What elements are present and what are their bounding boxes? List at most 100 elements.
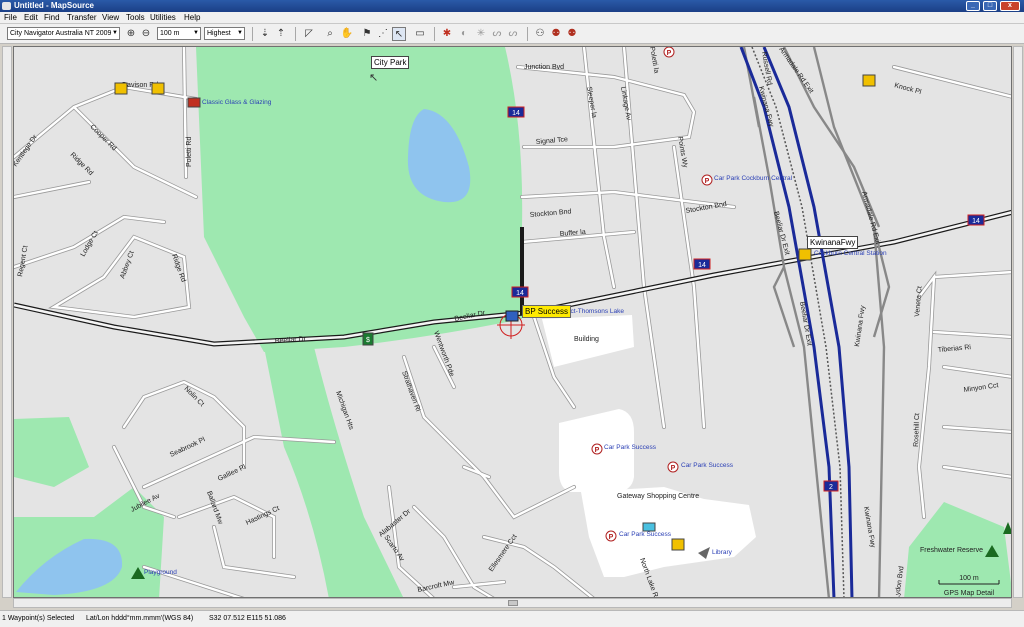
parking-icon[interactable]: P bbox=[663, 47, 675, 58]
shop-icon[interactable] bbox=[642, 522, 656, 532]
parking-icon[interactable]: P bbox=[591, 443, 603, 455]
route-tool-icon[interactable]: ⋰ bbox=[376, 27, 390, 41]
erase-tool-icon[interactable]: ◐ bbox=[457, 27, 471, 41]
bus-stop-icon[interactable] bbox=[671, 538, 685, 551]
svg-text:14: 14 bbox=[698, 262, 706, 269]
poi-label: Car Park Success bbox=[604, 444, 657, 451]
app-icon bbox=[2, 2, 11, 10]
poi-label: Library bbox=[712, 549, 733, 556]
bus-stop-icon[interactable] bbox=[862, 74, 876, 87]
zoom-tool-icon[interactable]: ⌕ bbox=[323, 27, 337, 41]
parking-icon[interactable]: P bbox=[605, 530, 617, 542]
highway-shield: 14 bbox=[693, 258, 711, 270]
street-label: Junction Bvd bbox=[524, 64, 564, 71]
svg-text:P: P bbox=[671, 465, 676, 472]
highway-shield: 2 bbox=[823, 480, 839, 492]
horizontal-scrollbar[interactable] bbox=[13, 598, 1012, 608]
poi-label: Gateway Shopping Centre bbox=[617, 493, 699, 500]
highway-shield: 14 bbox=[511, 286, 529, 298]
selection-tool-icon[interactable]: ◸ bbox=[302, 27, 316, 41]
reverse-track-icon[interactable]: ᔕ bbox=[506, 27, 520, 41]
scale-label: 100 m bbox=[959, 575, 979, 582]
find-recent-icon[interactable]: ⚉ bbox=[549, 27, 563, 41]
send-to-device-icon[interactable]: ⇡ bbox=[274, 27, 288, 41]
svg-text:P: P bbox=[705, 178, 710, 185]
fuel-icon[interactable]: $ bbox=[362, 332, 374, 346]
selection-status: 1 Waypoint(s) Selected bbox=[2, 615, 75, 622]
toolbar-separator bbox=[252, 27, 253, 41]
receive-from-device-icon[interactable]: ⇣ bbox=[258, 27, 272, 41]
highway-callout[interactable]: KwinanaFwy bbox=[807, 236, 859, 249]
divide-tool-icon[interactable]: ✳ bbox=[474, 27, 488, 41]
poi-label: Car Park Success bbox=[619, 531, 672, 538]
menu-find[interactable]: Find bbox=[44, 13, 60, 22]
find-places-icon[interactable]: ✱ bbox=[440, 27, 454, 41]
toolbar-separator bbox=[434, 27, 435, 41]
parking-icon[interactable]: P bbox=[701, 174, 713, 186]
zoom-scale-value: 100 m bbox=[160, 30, 180, 37]
maximize-icon[interactable]: □ bbox=[983, 1, 997, 11]
waypoint-tool-icon[interactable]: ⚑ bbox=[360, 27, 374, 41]
right-scrollbar[interactable] bbox=[1013, 46, 1023, 598]
zoom-out-icon[interactable]: ⊖ bbox=[139, 27, 153, 41]
mouse-pointer-icon: ↖ bbox=[369, 72, 379, 84]
measure-tool-icon[interactable]: ▭ bbox=[413, 27, 427, 41]
chevron-down-icon: ▼ bbox=[237, 30, 243, 36]
poi-label: Freshwater Reserve bbox=[920, 547, 983, 554]
find-nearest-icon[interactable]: ⚉ bbox=[565, 27, 579, 41]
menu-file[interactable]: File bbox=[4, 13, 17, 22]
window-title: Untitled - MapSource bbox=[14, 1, 95, 10]
car-repair-icon[interactable] bbox=[187, 97, 201, 108]
menu-edit[interactable]: Edit bbox=[24, 13, 38, 22]
poi-label: Classic Glass & Glazing bbox=[202, 99, 272, 106]
svg-text:P: P bbox=[609, 534, 614, 541]
menu-help[interactable]: Help bbox=[184, 13, 200, 22]
map-product-value: City Navigator Australia NT 2009 bbox=[10, 30, 112, 37]
svg-text:2: 2 bbox=[829, 484, 833, 491]
chevron-down-icon: ▼ bbox=[112, 30, 118, 36]
park-callout[interactable]: City Park bbox=[371, 56, 410, 69]
chevron-down-icon: ▼ bbox=[193, 30, 199, 36]
bus-stop-icon[interactable] bbox=[151, 82, 165, 95]
scroll-thumb[interactable] bbox=[508, 600, 518, 606]
cursor-position: S32 07.512 E115 51.086 bbox=[209, 615, 286, 622]
svg-text:14: 14 bbox=[512, 110, 520, 117]
coordinate-format: Lat/Lon hddd°mm.mmm'(WGS 84) bbox=[86, 615, 194, 622]
menu-bar: File Edit Find Transfer View Tools Utili… bbox=[0, 12, 1024, 24]
parking-icon[interactable]: P bbox=[667, 461, 679, 473]
poi-label: Car Park Cockburn Central bbox=[714, 175, 793, 182]
bus-stop-icon[interactable] bbox=[114, 82, 128, 95]
waypoint-callout[interactable]: BP Success bbox=[522, 305, 571, 318]
menu-transfer[interactable]: Transfer bbox=[67, 13, 97, 22]
street-label: Poletti Rd bbox=[186, 137, 193, 167]
title-bar: Untitled - MapSource _ □ x bbox=[0, 0, 1024, 12]
map-canvas[interactable]: 14 14 14 14 2 Davison Rd Cooper Rd Kentl… bbox=[14, 47, 1012, 598]
menu-view[interactable]: View bbox=[102, 13, 119, 22]
poi-label: Playground bbox=[144, 569, 177, 576]
detail-select[interactable]: Highest ▼ bbox=[204, 27, 245, 40]
pointer-tool-icon[interactable]: ↖ bbox=[392, 27, 406, 41]
svg-text:14: 14 bbox=[972, 218, 980, 225]
poi-label: Car Park Success bbox=[681, 462, 734, 469]
toolbar: City Navigator Australia NT 2009 ▼ ⊕ ⊖ 1… bbox=[0, 24, 1024, 44]
minimize-icon[interactable]: _ bbox=[966, 1, 980, 11]
toolbar-separator bbox=[295, 27, 296, 41]
left-scrollbar[interactable] bbox=[2, 46, 12, 598]
join-tool-icon[interactable]: ᔕ bbox=[490, 27, 504, 41]
map-detail-label: GPS Map Detail bbox=[944, 590, 995, 597]
menu-utilities[interactable]: Utilities bbox=[150, 13, 176, 22]
svg-text:$: $ bbox=[366, 337, 370, 344]
map-view[interactable]: 14 14 14 14 2 Davison Rd Cooper Rd Kentl… bbox=[13, 46, 1012, 598]
highway-shield: 14 bbox=[507, 106, 525, 118]
close-icon[interactable]: x bbox=[1000, 1, 1020, 11]
bus-stop-icon[interactable] bbox=[798, 248, 812, 261]
city-park-area bbox=[196, 47, 523, 352]
map-product-select[interactable]: City Navigator Australia NT 2009 ▼ bbox=[7, 27, 120, 40]
hand-tool-icon[interactable]: ✋ bbox=[340, 27, 354, 41]
zoom-in-icon[interactable]: ⊕ bbox=[124, 27, 138, 41]
building-label: Building bbox=[574, 336, 599, 343]
binoculars-icon[interactable]: ⚇ bbox=[533, 27, 547, 41]
zoom-scale-select[interactable]: 100 m ▼ bbox=[157, 27, 201, 40]
toolbar-separator bbox=[527, 27, 528, 41]
menu-tools[interactable]: Tools bbox=[126, 13, 145, 22]
